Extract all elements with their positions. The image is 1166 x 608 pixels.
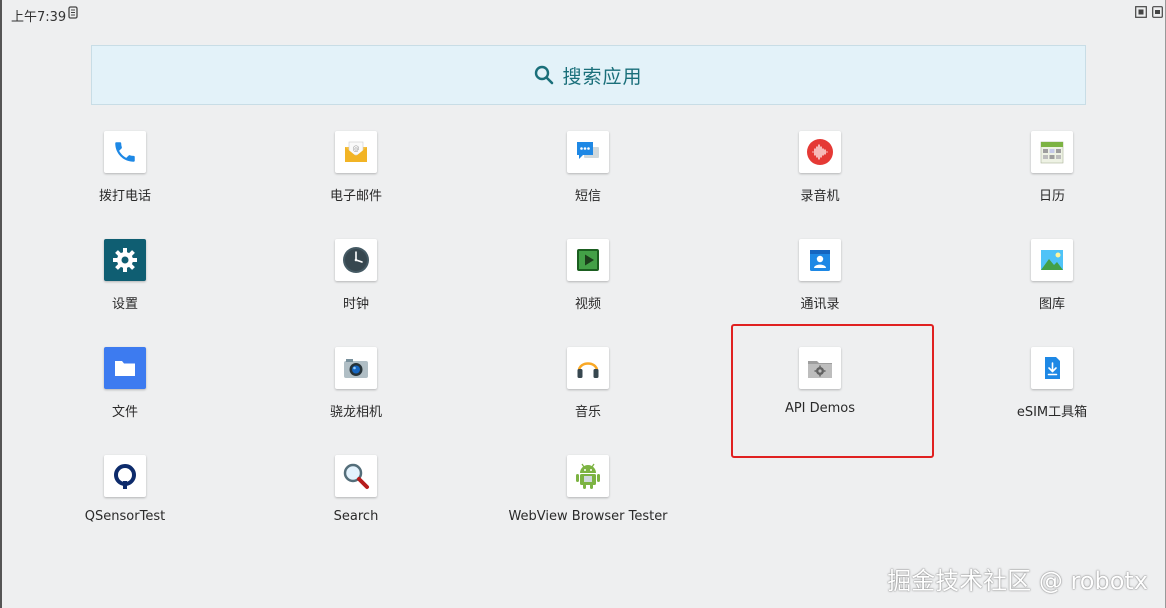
app-label: 文件 <box>111 405 138 420</box>
status-bar: 上午7:39 <box>0 0 1166 28</box>
gallery-icon <box>1031 239 1073 281</box>
app-calendar[interactable]: 日历 <box>972 131 1132 231</box>
app-label: QSensorTest <box>84 509 166 524</box>
phone-icon <box>104 131 146 173</box>
recording-icon <box>1152 6 1163 18</box>
screenshot-icon <box>1135 6 1147 18</box>
api-demos-highlight-box <box>731 324 934 458</box>
app-search[interactable]: Search <box>276 455 436 555</box>
sim-icon <box>68 6 78 19</box>
app-label: 录音机 <box>800 189 840 204</box>
app-label: 电子邮件 <box>329 189 382 204</box>
search-app-icon <box>335 455 377 497</box>
calendar-icon <box>1031 131 1073 173</box>
app-label: 日历 <box>1038 189 1065 204</box>
camera-icon <box>335 347 377 389</box>
app-label: 短信 <box>574 189 601 204</box>
app-label: 时钟 <box>342 297 369 312</box>
clock-icon <box>335 239 377 281</box>
watermark: 掘金技术社区 @ robotx <box>887 567 1148 595</box>
search-apps-bar[interactable]: 搜索应用 <box>91 45 1086 105</box>
status-time: 上午7:39 <box>11 10 67 25</box>
app-label: 通讯录 <box>800 297 840 312</box>
contacts-icon <box>799 239 841 281</box>
email-icon: @ <box>335 131 377 173</box>
app-recorder[interactable]: 录音机 <box>740 131 900 231</box>
video-icon <box>567 239 609 281</box>
music-icon <box>567 347 609 389</box>
window-frame-left <box>0 0 2 608</box>
app-label: 设置 <box>111 297 138 312</box>
app-camera[interactable]: 骁龙相机 <box>276 347 436 447</box>
svg-text:@: @ <box>353 145 360 153</box>
app-esim-toolbox[interactable]: eSIM工具箱 <box>972 347 1132 447</box>
app-music[interactable]: 音乐 <box>508 347 668 447</box>
app-messages[interactable]: 短信 <box>508 131 668 231</box>
messages-icon <box>567 131 609 173</box>
app-clock[interactable]: 时钟 <box>276 239 436 339</box>
app-label: 音乐 <box>574 405 601 420</box>
search-apps-label: 搜索应用 <box>562 65 643 88</box>
qsensor-icon <box>104 455 146 497</box>
app-phone[interactable]: 拨打电话 <box>45 131 205 231</box>
app-qsensortest[interactable]: QSensorTest <box>45 455 205 555</box>
app-label: 图库 <box>1038 297 1065 312</box>
esim-download-icon <box>1031 347 1073 389</box>
app-email[interactable]: @ 电子邮件 <box>276 131 436 231</box>
app-label: 拨打电话 <box>98 189 151 204</box>
app-webview-browser-tester[interactable]: WebView Browser Tester <box>508 455 668 555</box>
search-icon <box>535 65 554 85</box>
recorder-icon <box>799 131 841 173</box>
app-label: Search <box>333 509 379 524</box>
settings-icon <box>104 239 146 281</box>
app-label: 视频 <box>574 297 601 312</box>
app-video[interactable]: 视频 <box>508 239 668 339</box>
android-icon <box>567 455 609 497</box>
app-label: 骁龙相机 <box>329 405 382 420</box>
app-settings[interactable]: 设置 <box>45 239 205 339</box>
app-label: WebView Browser Tester <box>508 509 668 524</box>
files-icon <box>104 347 146 389</box>
app-gallery[interactable]: 图库 <box>972 239 1132 339</box>
app-label: eSIM工具箱 <box>1016 405 1088 420</box>
app-files[interactable]: 文件 <box>45 347 205 447</box>
